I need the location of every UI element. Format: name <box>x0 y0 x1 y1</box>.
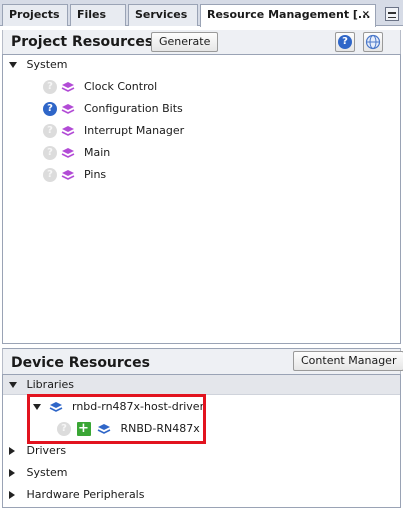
tab-files[interactable]: Files <box>70 4 126 26</box>
tree-item-configuration-bits[interactable]: ? Configuration Bits <box>43 99 183 119</box>
tree-node-label: Libraries <box>26 378 75 391</box>
tab-label: Services <box>135 8 188 21</box>
tree-node-label: System <box>26 58 68 71</box>
tree-item-label: Clock Control <box>84 80 158 93</box>
layers-icon <box>61 82 74 92</box>
window-menu-icon[interactable] <box>385 7 399 21</box>
tree-item-label: Pins <box>84 168 107 181</box>
globe-button[interactable] <box>363 32 383 52</box>
tree-node-label: Drivers <box>26 444 67 457</box>
close-icon[interactable]: × <box>362 5 370 25</box>
tree-node-label: Hardware Peripherals <box>26 488 145 501</box>
tree-item-pins[interactable]: ? Pins <box>43 165 106 185</box>
tree-node-libraries[interactable]: Libraries <box>9 375 74 395</box>
layers-icon <box>61 104 74 114</box>
help-status-icon: ? <box>43 124 57 138</box>
layers-icon <box>61 170 74 180</box>
tree-node-system[interactable]: System <box>9 463 68 483</box>
help-button[interactable]: ? <box>335 32 355 52</box>
help-status-icon: ? <box>43 168 57 182</box>
tree-node-hardware-peripherals[interactable]: Hardware Peripherals <box>9 485 144 505</box>
tab-label: Files <box>77 8 107 21</box>
help-icon: ? <box>338 35 352 49</box>
tab-label: Resource Management [... <box>207 8 371 21</box>
highlight-annotation <box>27 394 206 444</box>
expand-arrow-icon[interactable] <box>9 62 17 68</box>
libraries-row[interactable]: Libraries <box>3 375 400 395</box>
collapse-arrow-icon[interactable] <box>9 447 15 455</box>
help-status-icon: ? <box>43 102 57 116</box>
tab-resource-management[interactable]: Resource Management [... × <box>200 4 376 27</box>
help-status-icon: ? <box>43 146 57 160</box>
project-resources-header: Project Resources Generate ? <box>2 30 401 54</box>
tab-label: Projects <box>9 8 60 21</box>
tree-item-label: Configuration Bits <box>84 102 183 115</box>
tree-node-label: System <box>26 466 68 479</box>
tab-projects[interactable]: Projects <box>2 4 68 26</box>
device-resources-title: Device Resources <box>11 355 150 371</box>
help-status-icon: ? <box>43 80 57 94</box>
tree-node-system[interactable]: System <box>9 55 68 75</box>
project-resources-title: Project Resources <box>11 34 154 50</box>
layers-icon <box>61 148 74 158</box>
tree-item-label: Main <box>84 146 111 159</box>
globe-icon <box>365 34 381 50</box>
device-resources-header: Device Resources Content Manager <box>2 348 403 374</box>
tab-bar: Projects Files Services Resource Managem… <box>0 0 403 27</box>
layers-icon <box>61 126 74 136</box>
tree-item-clock-control[interactable]: ? Clock Control <box>43 77 157 97</box>
tab-services[interactable]: Services <box>128 4 198 26</box>
tree-item-interrupt-manager[interactable]: ? Interrupt Manager <box>43 121 184 141</box>
collapse-arrow-icon[interactable] <box>9 491 15 499</box>
tree-node-drivers[interactable]: Drivers <box>9 441 66 461</box>
expand-arrow-icon[interactable] <box>9 382 17 388</box>
project-resources-panel: System ? Clock Control ? Configuration B… <box>2 54 401 344</box>
generate-button[interactable]: Generate <box>151 32 219 52</box>
tree-item-label: Interrupt Manager <box>84 124 185 137</box>
collapse-arrow-icon[interactable] <box>9 469 15 477</box>
content-manager-button[interactable]: Content Manager <box>293 351 403 371</box>
tree-item-main[interactable]: ? Main <box>43 143 110 163</box>
